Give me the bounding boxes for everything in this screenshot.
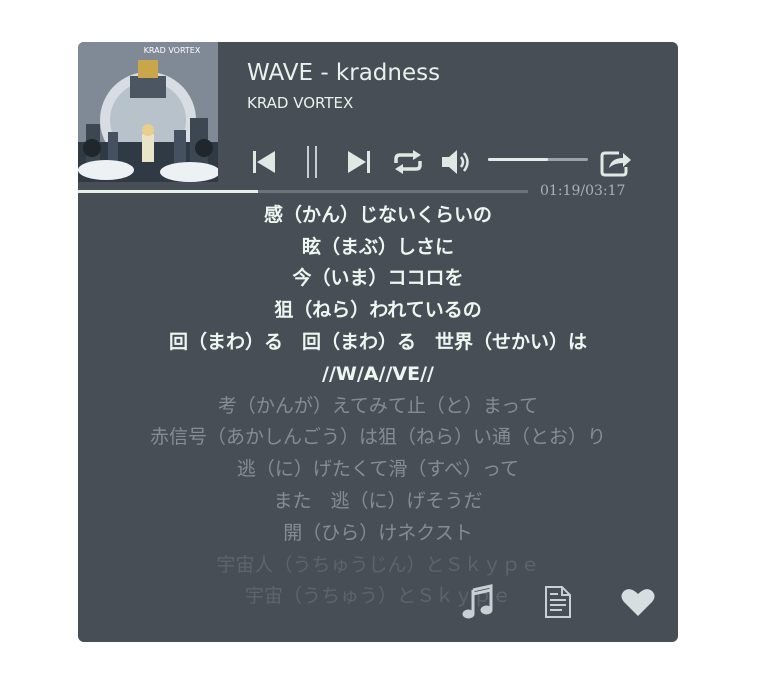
pause-button[interactable] xyxy=(300,144,324,180)
lyric-line: また 逃（に）げそうだ xyxy=(273,489,483,512)
share-icon xyxy=(600,151,631,177)
cover-title-text: KRAD VORTEX xyxy=(144,46,201,55)
lyric-line: 回（まわ）る 回（まわ）る 世界（せかい）は xyxy=(168,330,587,353)
repeat-button[interactable] xyxy=(390,144,426,180)
lyric-line: 今（いま）ココロを xyxy=(292,267,464,290)
lyrics-button[interactable] xyxy=(538,582,578,622)
volume-button[interactable] xyxy=(438,144,474,180)
lyric-line: 感（かん）じないくらいの xyxy=(263,203,492,226)
lyrics-panel[interactable]: もう感（おそ）れることを感（かん）じないくらいの眩（まぶ）しさに今（いま）ココロ… xyxy=(78,192,678,642)
music-button[interactable] xyxy=(458,582,498,622)
lyrics-list: もう感（おそ）れることを感（かん）じないくらいの眩（まぶ）しさに今（いま）ココロ… xyxy=(78,192,678,613)
next-button[interactable] xyxy=(344,144,374,180)
heart-icon xyxy=(621,589,655,616)
lyric-line: 狙（ねら）われているの xyxy=(274,299,482,322)
favorite-button[interactable] xyxy=(618,582,658,622)
volume-icon xyxy=(442,150,469,174)
lyric-line: もう感（おそ）れることを xyxy=(78,192,678,200)
volume-level xyxy=(488,158,548,161)
lyric-line: 宇宙人（うちゅうじん）とＳｋｙｐｅ xyxy=(216,553,540,576)
lyric-line: 眩（まぶ）しさに xyxy=(301,235,454,258)
lyric-line: 開（ひら）けネクスト xyxy=(283,521,473,544)
music-note-icon xyxy=(462,584,493,619)
lyric-line: 赤信号（あかしんごう）は狙（ねら）い通（とお）り xyxy=(149,426,606,449)
step-forward-icon xyxy=(348,151,370,173)
pause-icon xyxy=(307,146,317,178)
lyric-line: //W/A//VE// xyxy=(322,362,434,385)
track-artist: KRAD VORTEX xyxy=(247,94,354,112)
lyrics-document-icon xyxy=(545,586,571,618)
volume-slider[interactable] xyxy=(488,158,588,161)
previous-button[interactable] xyxy=(250,144,278,180)
music-player: KRAD VORTEX WAVE - kradness KRAD VORTEX xyxy=(78,42,678,642)
step-backward-icon xyxy=(253,151,275,173)
lyric-line: 逃（に）げたくて滑（すべ）って xyxy=(236,458,520,481)
lyric-line: 考（かんが）えてみて止（と）まって xyxy=(217,394,539,417)
share-button[interactable] xyxy=(598,144,634,180)
repeat-icon xyxy=(394,150,422,174)
album-cover: KRAD VORTEX xyxy=(78,42,218,182)
track-title: WAVE - kradness xyxy=(247,60,441,86)
lyric-line: 宇宙（うちゅう）とＳｋｙｐｅ xyxy=(244,585,511,608)
